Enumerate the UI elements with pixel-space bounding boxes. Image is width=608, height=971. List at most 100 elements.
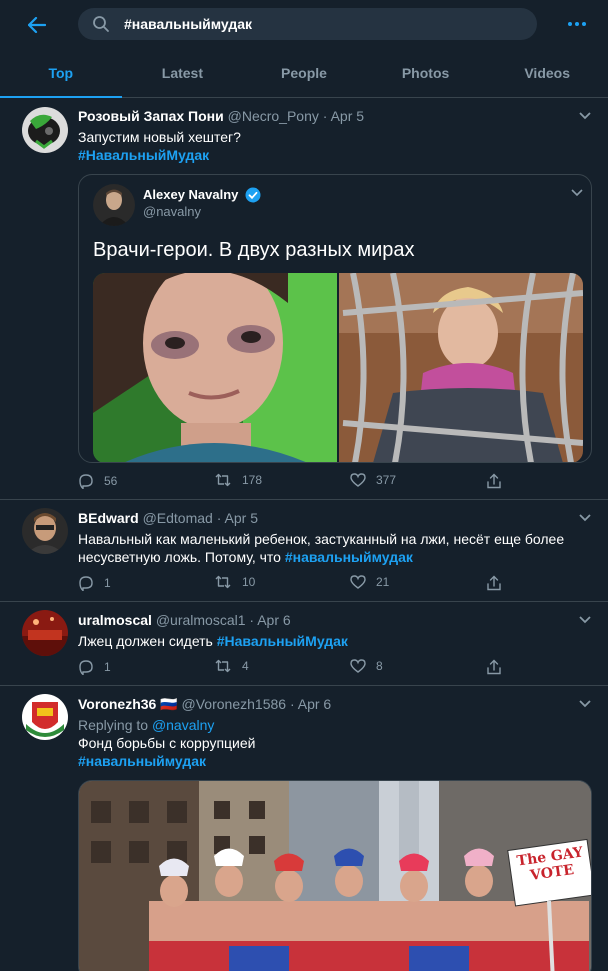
tweet-text: Навальный как маленький ребенок, застука… — [78, 530, 588, 566]
tweet-date[interactable]: Apr 5 — [331, 108, 364, 124]
chevron-down-icon[interactable] — [578, 615, 592, 625]
retweet-count: 178 — [242, 473, 263, 487]
tweet-actions: 1 10 21 — [78, 575, 518, 593]
avatar[interactable] — [22, 107, 68, 153]
replying-label: Replying to — [78, 717, 152, 733]
retweet-icon — [215, 575, 231, 589]
reply-icon — [79, 576, 93, 591]
separator-dot: · — [322, 108, 328, 124]
share-button[interactable] — [486, 575, 512, 591]
retweet-icon — [215, 473, 231, 487]
reply-button[interactable]: 56 — [78, 473, 117, 489]
tweet-header: BEdward @Edtomad · Apr 5 — [78, 510, 258, 526]
author-handle: @uralmoscal1 — [155, 612, 246, 628]
share-button[interactable] — [486, 473, 512, 489]
tab-videos[interactable]: Videos — [486, 50, 608, 98]
tab-people[interactable]: People — [243, 50, 365, 98]
avatar[interactable] — [22, 508, 68, 554]
share-icon — [487, 659, 501, 675]
tab-photos[interactable]: Photos — [365, 50, 487, 98]
quoted-tweet[interactable]: Alexey Navalny @navalny Врачи-герои. В д… — [78, 174, 592, 463]
tweet-uralmoscal[interactable]: uralmoscal @uralmoscal1 · Apr 6 Лжец дол… — [0, 602, 608, 686]
like-button[interactable]: 21 — [350, 575, 389, 589]
heart-icon — [350, 659, 366, 673]
tweet-text: Лжец должен сидеть #НавальныйМудак — [78, 632, 578, 650]
author-handle: @Necro_Pony — [227, 108, 319, 124]
chevron-down-icon[interactable] — [578, 699, 592, 709]
back-arrow-icon — [28, 17, 46, 33]
heart-icon — [350, 473, 366, 487]
quoted-author-name: Alexey Navalny — [143, 187, 239, 202]
tweet-media[interactable]: The GAY VOTE — [78, 780, 592, 971]
search-input[interactable]: #навальныймудак — [78, 8, 537, 40]
text-fragment: несусветную ложь. Потому, что — [78, 549, 285, 565]
text-fragment: Лжец должен сидеть — [78, 633, 217, 649]
hashtag-link[interactable]: #навальныймудак — [285, 549, 413, 565]
author-name[interactable]: BEdward — [78, 510, 139, 526]
quoted-images[interactable] — [93, 273, 583, 462]
avatar[interactable] — [22, 610, 68, 656]
retweet-button[interactable]: 178 — [214, 473, 262, 487]
separator-dot: · — [289, 696, 295, 712]
tweet-text-line: Запустим новый хештег? — [78, 129, 241, 145]
chevron-down-icon[interactable] — [571, 189, 583, 197]
tweet-text-line: Фонд борьбы с коррупцией — [78, 735, 256, 751]
tweet-header: uralmoscal @uralmoscal1 · Apr 6 — [78, 612, 291, 628]
like-count: 21 — [376, 575, 390, 589]
share-icon — [487, 575, 501, 591]
retweet-button[interactable]: 10 — [214, 575, 255, 589]
quoted-avatar[interactable] — [93, 184, 135, 226]
tweet-voronezh36[interactable]: Voronezh36 🇷🇺 @Voronezh1586 · Apr 6 Repl… — [0, 686, 608, 971]
tweet-header: Розовый Запах Пони @Necro_Pony · Apr 5 — [78, 108, 364, 124]
replying-to: Replying to @navalny — [78, 716, 578, 734]
reply-count: 56 — [104, 474, 118, 488]
tab-top[interactable]: Top — [0, 50, 122, 98]
separator-dot: · — [216, 510, 222, 526]
quoted-author-handle: @navalny — [143, 204, 202, 219]
tweet-bedward[interactable]: BEdward @Edtomad · Apr 5 Навальный как м… — [0, 500, 608, 602]
tweet-date[interactable]: Apr 5 — [225, 510, 258, 526]
search-icon — [93, 16, 109, 32]
share-button[interactable] — [486, 659, 512, 675]
tweet-text-line: несусветную ложь. Потому, что #навальный… — [78, 548, 588, 566]
tweet-date[interactable]: Apr 6 — [298, 696, 331, 712]
back-button[interactable] — [22, 12, 52, 38]
tab-latest[interactable]: Latest — [122, 50, 244, 98]
tweet-text: Replying to @navalny Фонд борьбы с корру… — [78, 716, 578, 770]
avatar[interactable] — [22, 694, 68, 740]
quoted-text: Врачи-герои. В двух разных мирах — [93, 239, 415, 261]
hashtag-link[interactable]: #НавальныйМудак — [217, 633, 348, 649]
tweet-header: Voronezh36 🇷🇺 @Voronezh1586 · Apr 6 — [78, 696, 331, 713]
author-name[interactable]: uralmoscal — [78, 612, 152, 628]
more-dots-icon — [568, 22, 586, 26]
like-count: 8 — [376, 659, 383, 673]
hashtag-link[interactable]: #навальныймудак — [78, 752, 578, 770]
author-handle: @Voronezh1586 — [181, 696, 287, 712]
author-name[interactable]: Voronezh36 — [78, 696, 156, 712]
tweet-actions: 1 4 8 — [78, 659, 518, 677]
retweet-button[interactable]: 4 — [214, 659, 249, 673]
share-icon — [487, 473, 501, 489]
retweet-count: 10 — [242, 575, 256, 589]
tweet-text-line: Навальный как маленький ребенок, застука… — [78, 531, 565, 547]
retweet-icon — [215, 659, 231, 673]
author-name[interactable]: Розовый Запах Пони — [78, 108, 224, 124]
reply-button[interactable]: 1 — [78, 575, 111, 591]
hashtag-link[interactable]: #НавальныйМудак — [78, 146, 578, 164]
reply-button[interactable]: 1 — [78, 659, 111, 675]
heart-icon — [350, 575, 366, 589]
search-query: #навальныймудак — [124, 16, 253, 32]
chevron-down-icon[interactable] — [578, 111, 592, 121]
chevron-down-icon[interactable] — [578, 513, 592, 523]
like-button[interactable]: 377 — [350, 473, 396, 487]
verified-badge-icon — [245, 187, 261, 203]
like-button[interactable]: 8 — [350, 659, 383, 673]
more-options-button[interactable] — [566, 14, 588, 34]
search-header: #навальныймудак Top Latest People Photos… — [0, 0, 608, 98]
mention-link[interactable]: @navalny — [152, 717, 214, 733]
retweet-count: 4 — [242, 659, 249, 673]
tweet-necro-pony[interactable]: Розовый Запах Пони @Necro_Pony · Apr 5 З… — [0, 98, 608, 500]
like-count: 377 — [376, 473, 397, 487]
reply-count: 1 — [104, 576, 111, 590]
tweet-date[interactable]: Apr 6 — [257, 612, 290, 628]
